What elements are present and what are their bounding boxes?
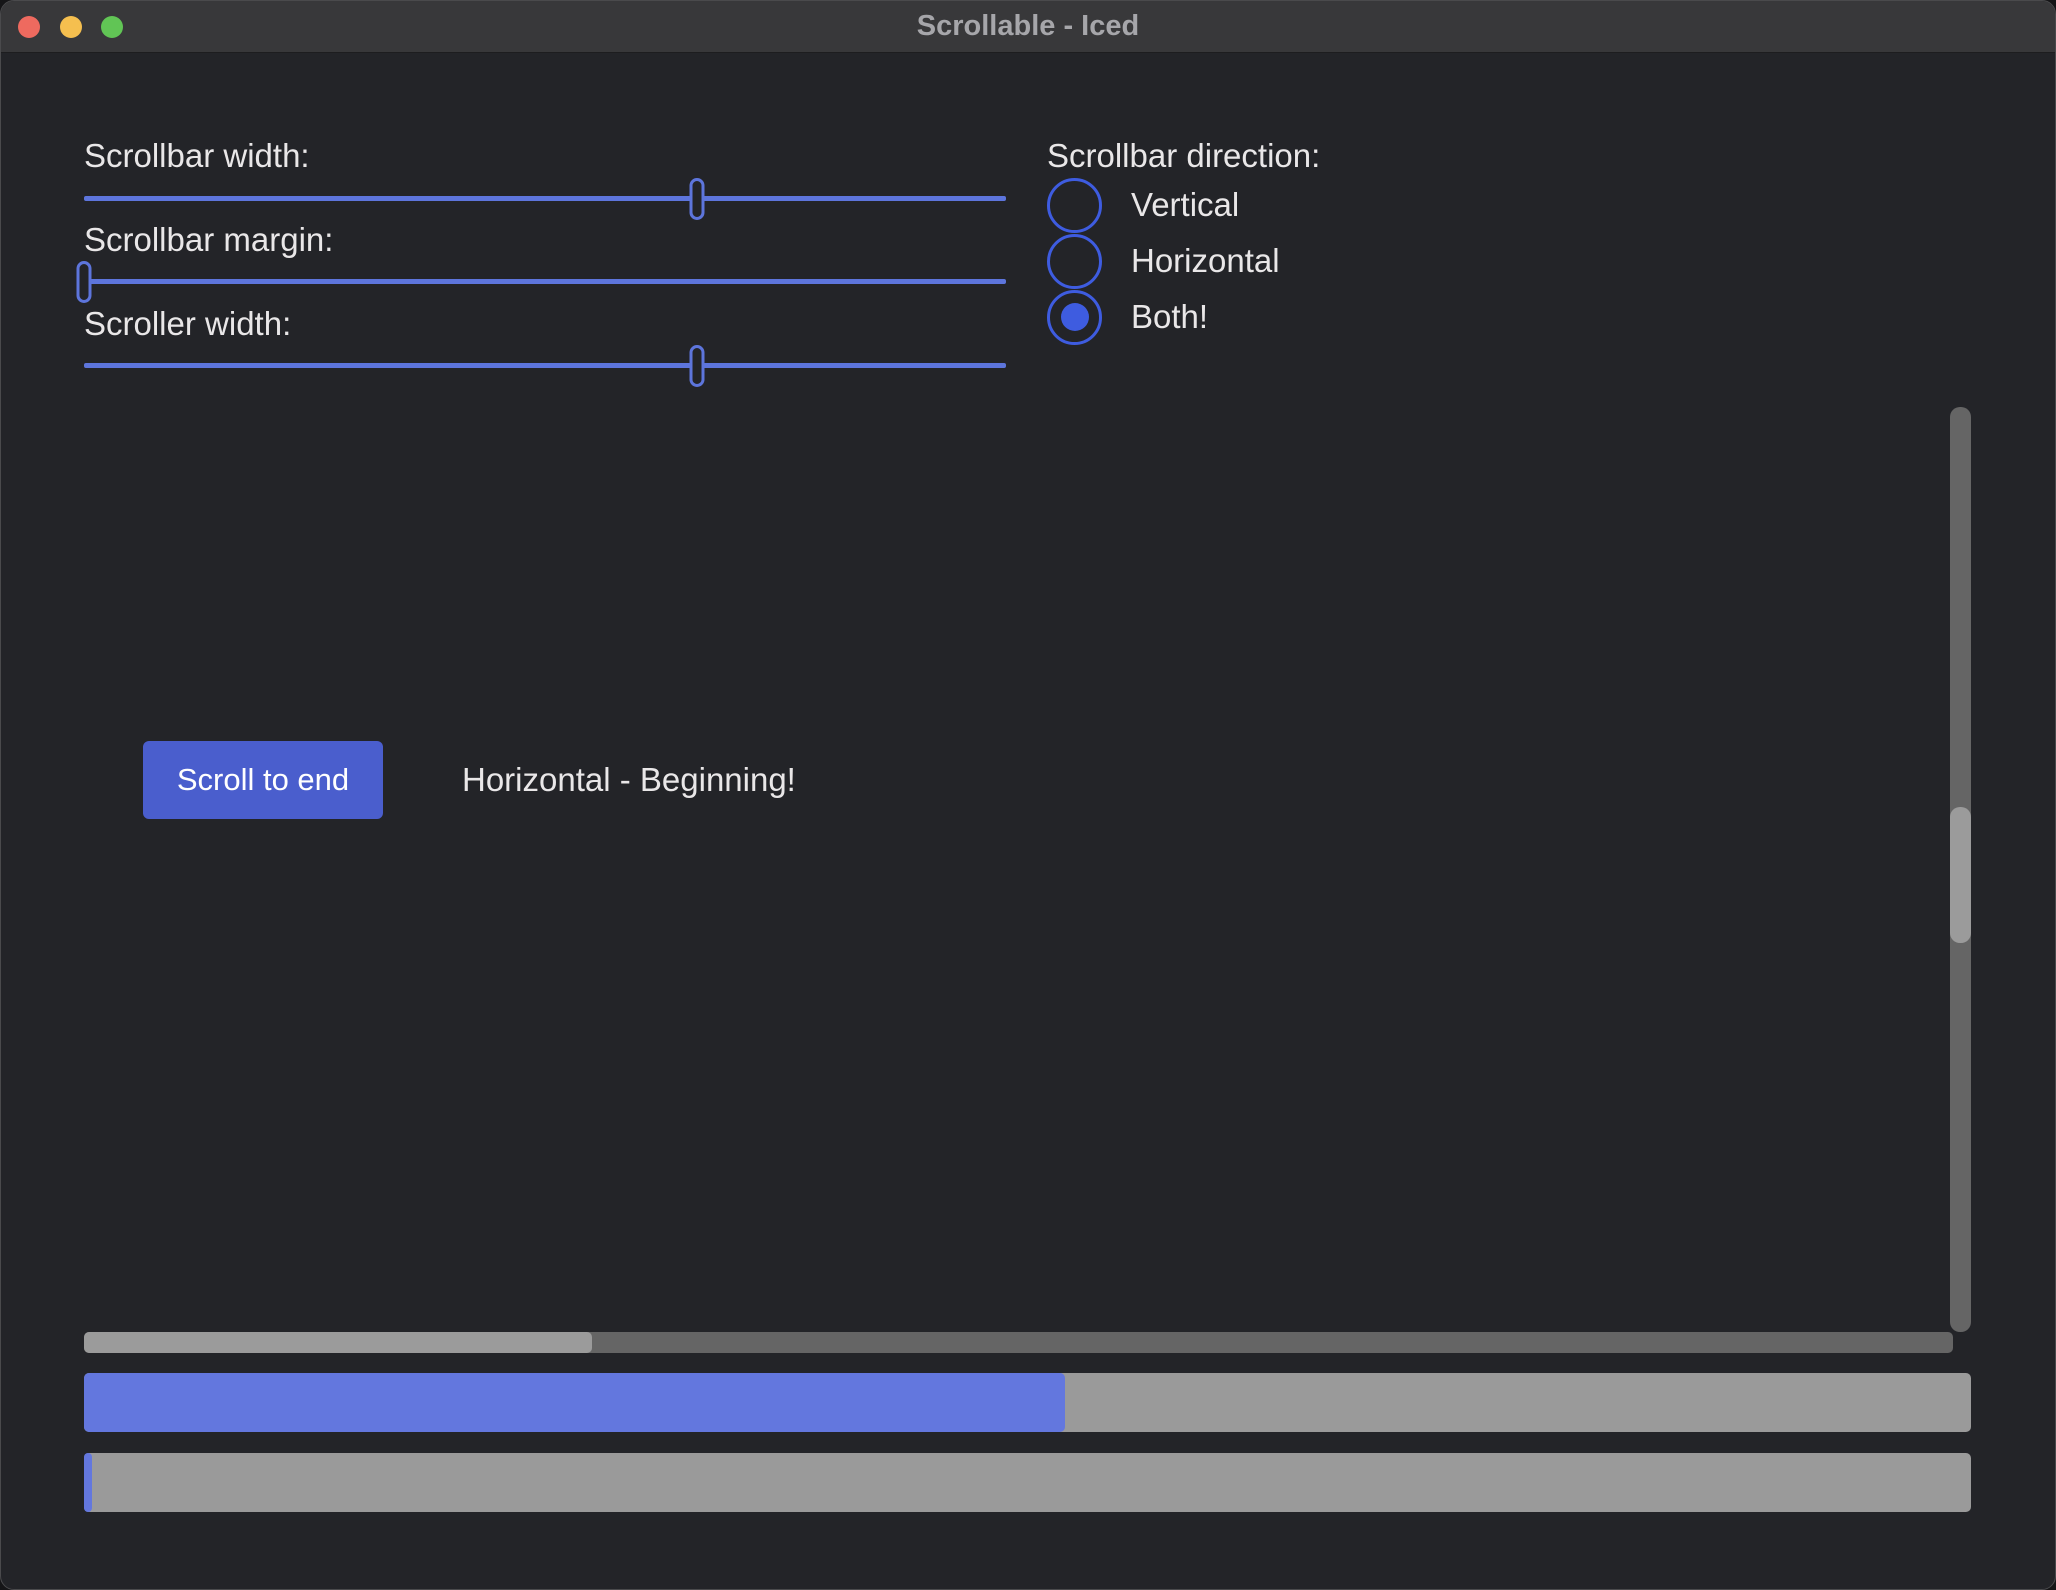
radio-dot: [1061, 247, 1089, 275]
radio-option-horizontal[interactable]: Horizontal: [1047, 233, 1280, 289]
scroller-width-slider-handle[interactable]: [690, 345, 705, 387]
radio-option-label: Both!: [1131, 298, 1208, 336]
zoom-button[interactable]: [101, 16, 123, 38]
window-title: Scrollable - Iced: [917, 10, 1139, 43]
radio-circle-icon: [1047, 178, 1102, 233]
radio-dot: [1061, 191, 1089, 219]
horizontal-progress-fill: [84, 1373, 1065, 1432]
horizontal-scrollbar[interactable]: [84, 1332, 1953, 1353]
scroll-to-end-button[interactable]: Scroll to end: [143, 741, 383, 819]
scrollbar-margin-slider-handle[interactable]: [77, 261, 92, 303]
scroller-width-slider[interactable]: [84, 363, 1006, 368]
app-window: Scrollable - Iced Scrollbar width: Scrol…: [0, 0, 2056, 1590]
scrollbar-margin-label: Scrollbar margin:: [84, 221, 333, 259]
scrollbar-width-slider-handle[interactable]: [690, 178, 705, 220]
radio-dot: [1061, 303, 1089, 331]
scrollbar-width-label: Scrollbar width:: [84, 137, 310, 175]
horizontal-scrollbar-thumb[interactable]: [84, 1332, 592, 1353]
scrollbar-width-slider[interactable]: [84, 196, 1006, 201]
vertical-progress-fill: [84, 1453, 92, 1512]
scroller-width-label: Scroller width:: [84, 305, 291, 343]
radio-circle-icon: [1047, 290, 1102, 345]
scrollbar-direction-label: Scrollbar direction:: [1047, 137, 1320, 175]
titlebar: Scrollable - Iced: [1, 1, 2055, 53]
vertical-scrollbar[interactable]: [1950, 407, 1971, 1332]
radio-option-vertical[interactable]: Vertical: [1047, 177, 1239, 233]
scrollbar-margin-slider[interactable]: [84, 279, 1006, 284]
minimize-button[interactable]: [60, 16, 82, 38]
radio-option-label: Vertical: [1131, 186, 1239, 224]
scroll-status-text: Horizontal - Beginning!: [462, 741, 796, 819]
vertical-scrollbar-thumb[interactable]: [1950, 807, 1971, 944]
close-button[interactable]: [18, 16, 40, 38]
vertical-progress-bar: [84, 1453, 1971, 1512]
radio-option-both[interactable]: Both!: [1047, 289, 1208, 345]
radio-option-label: Horizontal: [1131, 242, 1280, 280]
radio-circle-icon: [1047, 234, 1102, 289]
horizontal-progress-bar: [84, 1373, 1971, 1432]
